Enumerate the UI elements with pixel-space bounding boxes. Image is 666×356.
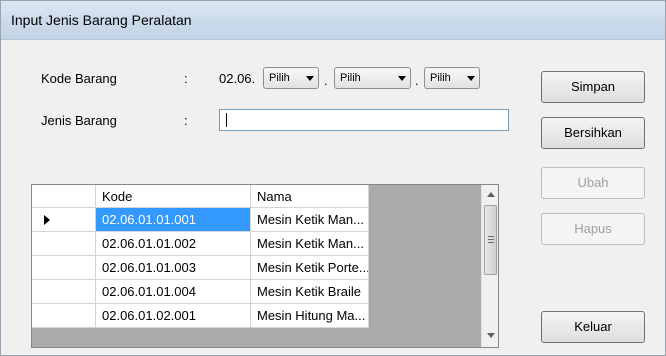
row-header-corner [32, 185, 96, 208]
hapus-button[interactable]: Hapus [541, 213, 645, 245]
kode-combo-3[interactable]: Pilih [424, 67, 480, 89]
scroll-down-icon[interactable] [487, 333, 495, 338]
kode-barang-label: Kode Barang [41, 71, 117, 86]
kode-combo-2-value: Pilih [340, 72, 361, 84]
vertical-scrollbar[interactable] [481, 185, 498, 347]
kode-colon: : [184, 71, 188, 86]
cell-nama[interactable]: Mesin Hitung Ma... [251, 304, 369, 328]
cell-nama[interactable]: Mesin Ketik Man... [251, 232, 369, 256]
grip-line [488, 242, 494, 243]
row-header[interactable] [32, 256, 96, 280]
keluar-button[interactable]: Keluar [541, 311, 645, 343]
jenis-barang-label: Jenis Barang [41, 113, 117, 128]
main-window: Input Jenis Barang Peralatan Kode Barang… [0, 0, 666, 356]
grip-line [488, 236, 494, 237]
kode-combo-2[interactable]: Pilih [334, 67, 411, 89]
cell-kode[interactable]: 02.06.01.01.004 [96, 280, 251, 304]
cell-kode[interactable]: 02.06.01.01.003 [96, 256, 251, 280]
column-header-nama[interactable]: Nama [251, 185, 369, 208]
cell-kode[interactable]: 02.06.01.01.002 [96, 232, 251, 256]
chevron-down-icon [398, 76, 406, 81]
current-row-pointer-icon [44, 215, 50, 225]
grip-line [488, 239, 494, 240]
kode-combo-1-value: Pilih [269, 72, 290, 84]
title-bar[interactable]: Input Jenis Barang Peralatan [1, 1, 665, 40]
cell-nama[interactable]: Mesin Ketik Porte... [251, 256, 369, 280]
row-header[interactable] [32, 208, 96, 232]
column-header-kode[interactable]: Kode [96, 185, 251, 208]
row-header[interactable] [32, 280, 96, 304]
scrollbar-thumb[interactable] [484, 205, 497, 275]
cell-nama[interactable]: Mesin Ketik Man... [251, 208, 369, 232]
simpan-button[interactable]: Simpan [541, 71, 645, 103]
text-caret [226, 113, 227, 127]
chevron-down-icon [467, 76, 475, 81]
kode-prefix: 02.06. [219, 71, 256, 86]
cell-kode[interactable]: 02.06.01.01.001 [96, 208, 251, 232]
barang-grid[interactable]: Kode Nama 02.06.01.01.001 Mesin Ketik Ma… [31, 184, 499, 348]
cell-kode[interactable]: 02.06.01.02.001 [96, 304, 251, 328]
cell-nama[interactable]: Mesin Ketik Braile [251, 280, 369, 304]
kode-dot-1: . [324, 73, 328, 88]
jenis-colon: : [184, 113, 188, 128]
kode-combo-1[interactable]: Pilih [263, 67, 319, 89]
row-header[interactable] [32, 232, 96, 256]
kode-dot-2: . [415, 73, 419, 88]
window-title: Input Jenis Barang Peralatan [11, 12, 192, 28]
bersihkan-button[interactable]: Bersihkan [541, 117, 645, 149]
jenis-barang-input[interactable] [219, 109, 509, 131]
kode-combo-3-value: Pilih [430, 72, 451, 84]
scroll-up-icon[interactable] [487, 192, 495, 197]
row-header[interactable] [32, 304, 96, 328]
ubah-button[interactable]: Ubah [541, 167, 645, 199]
chevron-down-icon [306, 76, 314, 81]
